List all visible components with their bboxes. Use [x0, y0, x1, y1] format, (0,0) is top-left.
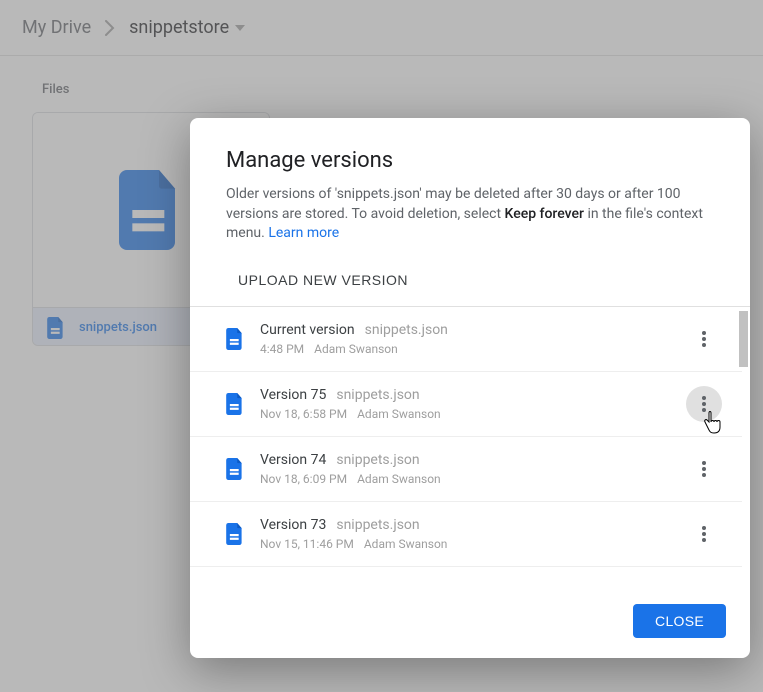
version-author: Adam Swanson: [357, 407, 441, 421]
version-row: Version 75 snippets.json Nov 18, 6:58 PM…: [190, 372, 742, 437]
version-menu-button[interactable]: [686, 451, 722, 487]
version-filename: snippets.json: [336, 452, 419, 468]
version-menu-button[interactable]: [686, 386, 722, 422]
version-author: Adam Swanson: [314, 342, 398, 356]
version-time: Nov 15, 11:46 PM: [260, 537, 354, 551]
version-filename: snippets.json: [336, 387, 419, 403]
document-icon: [226, 393, 260, 415]
dialog-title: Manage versions: [190, 118, 750, 185]
version-title: Current version: [260, 322, 355, 338]
version-menu-button[interactable]: [686, 321, 722, 357]
dialog-actions: CLOSE: [190, 588, 750, 658]
version-row: Version 74 snippets.json Nov 18, 6:09 PM…: [190, 437, 742, 502]
version-menu-button[interactable]: [686, 516, 722, 552]
more-vert-icon: [702, 396, 706, 412]
more-vert-icon: [702, 461, 706, 477]
more-vert-icon: [702, 331, 706, 347]
version-time: Nov 18, 6:09 PM: [260, 472, 347, 486]
more-vert-icon: [702, 526, 706, 542]
version-filename: snippets.json: [365, 322, 448, 338]
version-time: 4:48 PM: [260, 342, 304, 356]
manage-versions-dialog: Manage versions Older versions of 'snipp…: [190, 118, 750, 658]
learn-more-link[interactable]: Learn more: [268, 225, 339, 241]
version-row: Version 73 snippets.json Nov 15, 11:46 P…: [190, 502, 742, 567]
version-author: Adam Swanson: [357, 472, 441, 486]
close-button[interactable]: CLOSE: [633, 604, 726, 638]
version-title: Version 75: [260, 387, 326, 403]
version-title: Version 73: [260, 517, 326, 533]
version-author: Adam Swanson: [364, 537, 448, 551]
upload-new-version-button[interactable]: UPLOAD NEW VERSION: [226, 264, 714, 296]
version-filename: snippets.json: [336, 517, 419, 533]
dialog-description: Older versions of 'snippets.json' may be…: [190, 185, 750, 250]
version-row: Current version snippets.json 4:48 PM Ad…: [190, 307, 742, 372]
document-icon: [226, 523, 260, 545]
dialog-description-bold: Keep forever: [505, 206, 584, 222]
version-time: Nov 18, 6:58 PM: [260, 407, 347, 421]
document-icon: [226, 328, 260, 350]
version-list: Current version snippets.json 4:48 PM Ad…: [190, 307, 750, 588]
document-icon: [226, 458, 260, 480]
version-title: Version 74: [260, 452, 326, 468]
